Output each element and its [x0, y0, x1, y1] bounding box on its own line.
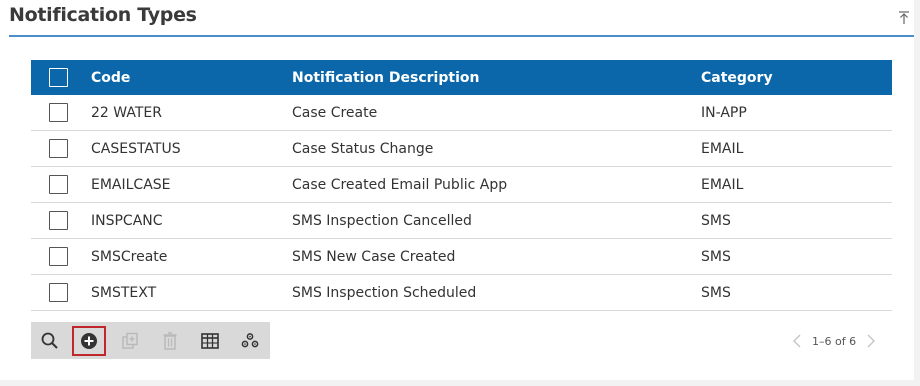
cell-category: EMAIL [701, 176, 744, 193]
table-row[interactable]: SMSCreate SMS New Case Created SMS [31, 239, 892, 275]
pager: 1–6 of 6 [790, 332, 878, 350]
cell-description: Case Create [292, 104, 378, 121]
cell-description: SMS Inspection Scheduled [292, 284, 477, 301]
cell-description: Case Status Change [292, 140, 434, 157]
collapse-up-icon[interactable] [896, 9, 912, 27]
cell-category: IN-APP [701, 104, 747, 121]
delete-button[interactable] [153, 326, 187, 356]
cell-code: INSPCANC [91, 212, 163, 229]
notification-types-panel: Notification Types Code Notification Des… [0, 0, 914, 380]
cell-category: EMAIL [701, 140, 744, 157]
next-page-icon[interactable] [864, 332, 878, 350]
cell-code: EMAILCASE [91, 176, 171, 193]
row-checkbox[interactable] [49, 211, 68, 230]
cell-category: SMS [701, 248, 731, 265]
column-header-category[interactable]: Category [701, 60, 773, 95]
add-button[interactable] [72, 326, 106, 356]
cell-description: Case Created Email Public App [292, 176, 508, 193]
table-row[interactable]: SMSTEXT SMS Inspection Scheduled SMS [31, 275, 892, 311]
cell-category: SMS [701, 284, 731, 301]
columns-button[interactable] [193, 326, 227, 356]
settings-button[interactable] [233, 326, 267, 356]
table-row[interactable]: EMAILCASE Case Created Email Public App … [31, 167, 892, 203]
table-row[interactable]: INSPCANC SMS Inspection Cancelled SMS [31, 203, 892, 239]
cell-description: SMS Inspection Cancelled [292, 212, 472, 229]
select-all-checkbox[interactable] [49, 68, 68, 87]
add-circle-icon [81, 333, 97, 349]
page-range: 1–6 of 6 [812, 334, 857, 348]
row-checkbox[interactable] [49, 247, 68, 266]
cell-code: SMSTEXT [91, 284, 157, 301]
cell-code: CASESTATUS [91, 140, 181, 157]
columns-icon [201, 333, 219, 349]
settings-icon [241, 333, 259, 348]
search-icon [41, 332, 58, 349]
row-checkbox[interactable] [49, 103, 68, 122]
cell-code: SMSCreate [91, 248, 168, 265]
previous-page-icon[interactable] [790, 332, 804, 350]
copy-icon [122, 332, 138, 349]
panel-title: Notification Types [9, 4, 197, 26]
row-checkbox[interactable] [49, 139, 68, 158]
title-divider [9, 35, 914, 37]
column-header-code[interactable]: Code [91, 60, 130, 95]
copy-button[interactable] [113, 326, 147, 356]
delete-icon [163, 332, 177, 350]
cell-code: 22 WATER [91, 104, 162, 121]
cell-description: SMS New Case Created [292, 248, 456, 265]
cell-category: SMS [701, 212, 731, 229]
table-row[interactable]: CASESTATUS Case Status Change EMAIL [31, 131, 892, 167]
row-checkbox[interactable] [49, 175, 68, 194]
row-checkbox[interactable] [49, 283, 68, 302]
grid-header: Code Notification Description Category [31, 60, 892, 95]
table-row[interactable]: 22 WATER Case Create IN-APP [31, 95, 892, 131]
search-button[interactable] [33, 326, 67, 356]
notification-types-grid: Code Notification Description Category 2… [31, 60, 892, 311]
grid-toolbar [31, 322, 270, 359]
column-header-description[interactable]: Notification Description [292, 60, 479, 95]
